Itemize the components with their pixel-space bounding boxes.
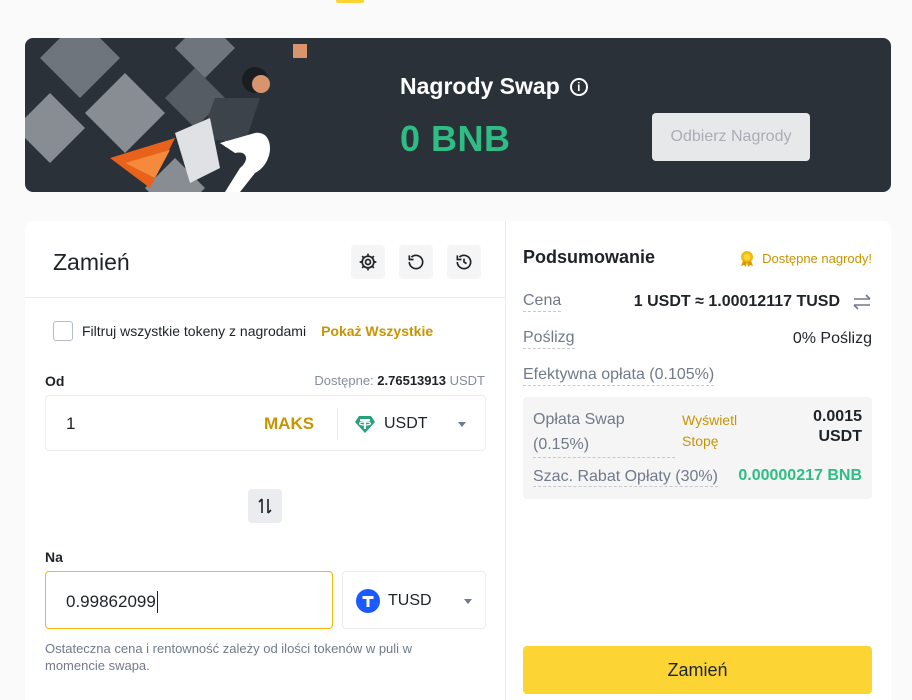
rewards-available-link[interactable]: Dostępne nagrody!	[737, 248, 872, 268]
info-icon[interactable]: i	[569, 77, 588, 96]
to-token-select[interactable]: TUSD	[342, 571, 486, 629]
swap-fee-label: Opłata Swap (0.15%)	[533, 407, 675, 458]
from-label: Od	[45, 373, 65, 389]
banner-illustration	[25, 38, 307, 192]
available-balance: Dostępne: 2.76513913 USDT	[314, 373, 485, 388]
from-token-symbol: USDT	[384, 415, 428, 432]
swap-fee-value: 0.0015 USDT	[813, 408, 862, 445]
to-amount-input[interactable]: 0.99862099	[66, 591, 158, 613]
swap-card: Zamień Filtruj wszystkie tokeny z nagrod…	[25, 221, 891, 700]
max-button[interactable]: MAKS	[264, 414, 314, 434]
from-amount-input[interactable]: 1	[66, 414, 75, 434]
slippage-value: 0% Poślizg	[792, 330, 872, 347]
history-icon	[456, 254, 472, 270]
chevron-down-icon	[463, 598, 472, 604]
effective-fee-label: Efektywna opłata (0.105%)	[523, 366, 715, 386]
balance-unit: USDT	[449, 373, 485, 388]
invert-arrows-icon[interactable]	[852, 294, 872, 310]
to-amount-box[interactable]: 0.99862099	[45, 571, 333, 629]
settings-button[interactable]	[351, 245, 385, 279]
rebate-label: Szac. Rabat Opłaty (30%)	[533, 468, 718, 487]
show-all-link[interactable]: Pokaż Wszystkie	[321, 323, 433, 339]
rewards-banner: Nagrody Swap i 0 BNB Odbierz Nagrody	[25, 38, 891, 192]
tusd-token-icon	[356, 589, 380, 613]
rewards-link-text: Dostępne nagrody!	[762, 250, 872, 266]
field-divider	[337, 408, 338, 440]
gear-icon	[359, 253, 377, 271]
usdt-token-icon	[355, 416, 375, 433]
price-disclaimer: Ostateczna cena i rentowność zależy od i…	[45, 641, 413, 673]
to-amount-value: 0.99862099	[66, 592, 156, 611]
text-cursor	[156, 591, 158, 613]
balance-label: Dostępne:	[314, 373, 374, 388]
banner-title-text: Nagrody Swap	[400, 73, 560, 99]
history-button[interactable]	[447, 245, 481, 279]
submit-swap-button[interactable]: Zamień	[523, 646, 872, 694]
to-token-selector[interactable]: TUSD	[356, 589, 472, 613]
slippage-label: Poślizg	[523, 329, 575, 349]
from-amount-box: 1 MAKS USDT	[45, 395, 486, 451]
reward-filter-row: Filtruj wszystkie tokeny z nagrodami Pok…	[53, 321, 433, 341]
banner-title: Nagrody Swap i	[400, 73, 588, 100]
summary-title: Podsumowanie	[523, 247, 656, 267]
switch-direction-button[interactable]	[248, 489, 282, 523]
to-label: Na	[45, 549, 63, 565]
rewards-amount: 0 BNB	[400, 118, 511, 159]
swap-panel: Zamień Filtruj wszystkie tokeny z nagrod…	[25, 221, 505, 700]
refresh-button[interactable]	[399, 245, 433, 279]
rebate-value: 0.00000217 BNB	[738, 467, 862, 484]
swap-title: Zamień	[53, 249, 130, 275]
to-token-symbol: TUSD	[388, 592, 432, 609]
from-token-select[interactable]: USDT	[354, 413, 466, 435]
price-rate: 1 USDT ≈ 1.00012117 TUSD	[633, 293, 840, 310]
claim-rewards-button[interactable]: Odbierz Nagrody	[652, 113, 810, 161]
effective-fee-row: Efektywna opłata (0.105%)	[523, 366, 872, 386]
reward-filter-label: Filtruj wszystkie tokeny z nagrodami	[82, 323, 307, 339]
medal-icon	[741, 251, 754, 267]
refresh-icon	[408, 254, 424, 270]
top-accent-bar	[336, 0, 364, 3]
swap-header: Zamień	[25, 221, 505, 298]
fee-breakdown: Opłata Swap (0.15%) Wyświetl Stopę 0.001…	[523, 397, 872, 499]
chevron-down-icon	[457, 421, 466, 427]
swap-arrows-icon	[258, 498, 272, 514]
reward-filter-checkbox[interactable]	[53, 321, 73, 341]
show-tiers-link[interactable]: Wyświetl Stopę	[682, 410, 752, 452]
price-row: Cena 1 USDT ≈ 1.00012117 TUSD	[523, 292, 872, 312]
slippage-row: Poślizg 0% Poślizg	[523, 329, 872, 349]
summary-panel: Podsumowanie Dostępne nagrody! Cena 1 US…	[506, 221, 891, 700]
price-value: 1 USDT ≈ 1.00012117 TUSD	[634, 293, 872, 311]
balance-value: 2.76513913	[377, 373, 446, 388]
price-label: Cena	[523, 292, 562, 312]
